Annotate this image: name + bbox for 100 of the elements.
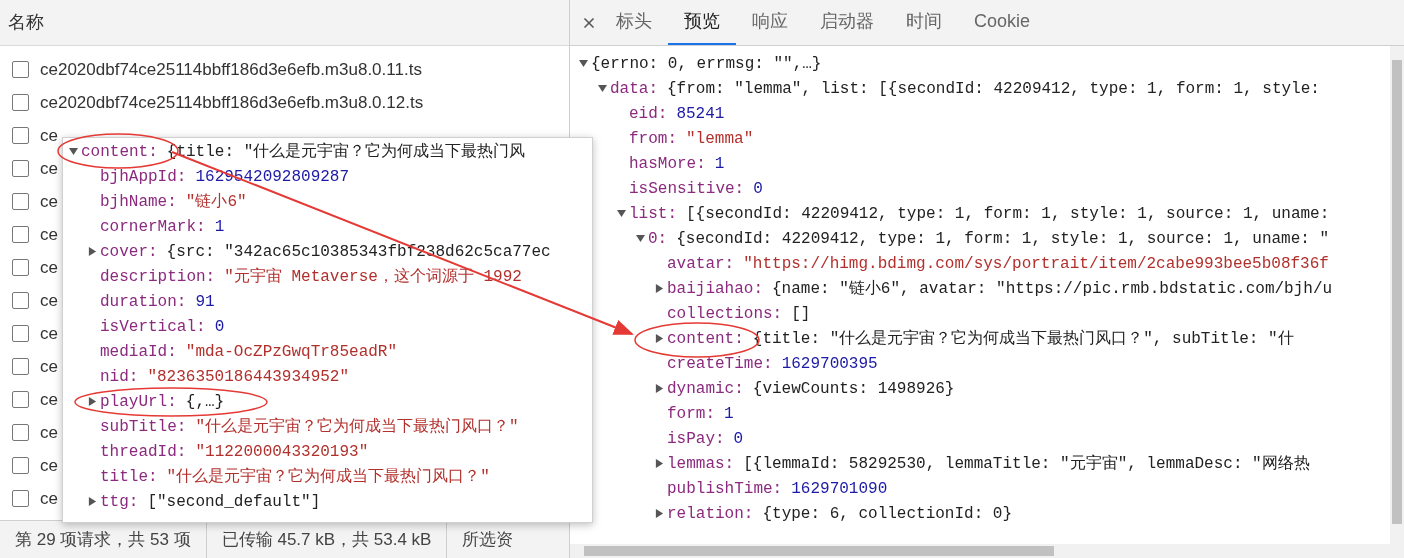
row-checkbox[interactable]	[12, 94, 29, 111]
row-checkbox[interactable]	[12, 61, 29, 78]
json-value: "mda-OcZPzGwqTr85eadR"	[185, 341, 398, 363]
json-key: createTime:	[667, 351, 773, 376]
horizontal-scrollbar[interactable]	[570, 544, 1404, 558]
json-value: {secondId: 42209412, type: 1, form: 1, style: 1, source: 1, uname: "	[676, 228, 1330, 250]
column-header[interactable]: 名称	[8, 9, 44, 36]
json-value: ["second_default"]	[147, 491, 321, 513]
caret-down-icon[interactable]	[598, 84, 607, 93]
json-key: eid:	[629, 101, 668, 126]
caret-right-icon[interactable]	[88, 397, 97, 406]
caret-right-icon[interactable]	[655, 509, 664, 518]
json-value: 1629701090	[791, 478, 888, 500]
request-name[interactable]: ce	[40, 485, 58, 512]
json-key: nid:	[100, 364, 139, 389]
caret-right-icon[interactable]	[655, 284, 664, 293]
json-value: 1	[724, 403, 734, 425]
json-key: isVertical:	[100, 314, 206, 339]
json-key: isSensitive:	[629, 176, 745, 201]
json-value: []	[791, 303, 811, 325]
status-text: 已传输 45.7 kB，共 53.4 kB	[221, 528, 432, 551]
json-key: lemmas:	[667, 451, 735, 476]
json-value: {type: 6, collectionId: 0}	[762, 503, 1013, 525]
caret-right-icon[interactable]	[655, 459, 664, 468]
request-name[interactable]: ce	[40, 287, 58, 314]
json-key: cover:	[100, 239, 158, 264]
status-text: 所选资	[462, 528, 514, 551]
json-value: "链小6"	[185, 191, 247, 213]
json-value: 85241	[676, 103, 725, 125]
json-key: 0:	[648, 226, 668, 251]
json-key: from:	[629, 126, 677, 151]
json-key: bjhName:	[100, 189, 177, 214]
json-value: 1629700395	[781, 353, 878, 375]
caret-down-icon[interactable]	[69, 147, 78, 156]
request-name[interactable]: ce2020dbf74ce25114bbff186d3e6efb.m3u8.0.12.ts	[40, 89, 424, 116]
tab[interactable]: Cookie	[958, 0, 1047, 45]
row-checkbox[interactable]	[12, 193, 29, 210]
request-name[interactable]: ce	[40, 353, 58, 380]
row-checkbox[interactable]	[12, 259, 29, 276]
caret-right-icon[interactable]	[88, 497, 97, 506]
row-checkbox[interactable]	[12, 424, 29, 441]
caret-right-icon[interactable]	[655, 334, 664, 343]
json-value: {,…}	[185, 391, 225, 413]
json-value: 0	[733, 428, 744, 450]
request-name[interactable]: ce	[40, 155, 58, 182]
json-key: title:	[100, 464, 158, 489]
status-text: 第 29 项请求，共 53 项	[15, 528, 191, 551]
json-value: {viewCounts: 1498926}	[752, 378, 955, 400]
json-key: description:	[100, 264, 216, 289]
row-checkbox[interactable]	[12, 358, 29, 375]
request-name[interactable]: ce	[40, 221, 58, 248]
json-key: hasMore:	[629, 151, 706, 176]
json-key: ttg:	[100, 489, 139, 514]
json-key: form:	[667, 401, 715, 426]
request-name[interactable]: ce	[40, 386, 58, 413]
json-key: collections:	[667, 301, 783, 326]
row-checkbox[interactable]	[12, 226, 29, 243]
caret-right-icon[interactable]	[655, 384, 664, 393]
json-value: [{lemmaId: 58292530, lemmaTitle: "元宇宙", lemmaDesc: "网络热	[743, 453, 1310, 475]
tab[interactable]: 时间	[890, 0, 958, 45]
json-value: "什么是元宇宙？它为何成当下最热门风口？"	[166, 466, 490, 488]
json-value: "元宇宙 Metaverse，这个词源于 1992	[224, 266, 522, 288]
tab[interactable]: 标头	[600, 0, 668, 45]
row-checkbox[interactable]	[12, 391, 29, 408]
row-checkbox[interactable]	[12, 292, 29, 309]
request-name[interactable]: ce	[40, 122, 58, 149]
json-value: {name: "链小6", avatar: "https://pic.rmb.bdstatic.com/bjh/u	[772, 278, 1333, 300]
json-key: playUrl:	[100, 389, 177, 414]
json-key: relation:	[667, 501, 754, 526]
caret-right-icon[interactable]	[88, 247, 97, 256]
row-checkbox[interactable]	[12, 490, 29, 507]
caret-down-icon[interactable]	[636, 234, 645, 243]
row-checkbox[interactable]	[12, 457, 29, 474]
request-name[interactable]: ce	[40, 452, 58, 479]
row-checkbox[interactable]	[12, 127, 29, 144]
request-name[interactable]: ce	[40, 254, 58, 281]
tab[interactable]: 响应	[736, 0, 804, 45]
json-value: 1	[714, 153, 725, 175]
request-name[interactable]: ce	[40, 320, 58, 347]
json-value: 1	[214, 216, 225, 238]
row-checkbox[interactable]	[12, 325, 29, 342]
json-value: 91	[195, 291, 215, 313]
json-key: duration:	[100, 289, 187, 314]
json-key: avatar:	[667, 251, 735, 276]
json-key: subTitle:	[100, 414, 187, 439]
json-key: list:	[629, 201, 677, 226]
request-name[interactable]: ce2020dbf74ce25114bbff186d3e6efb.m3u8.0.11.ts	[40, 56, 422, 83]
request-name[interactable]: ce	[40, 419, 58, 446]
json-key: baijiahao:	[667, 276, 763, 301]
json-value: "8236350186443934952"	[147, 366, 350, 388]
caret-down-icon[interactable]	[579, 59, 588, 68]
json-value: "什么是元宇宙？它为何成当下最热门风口？"	[195, 416, 519, 438]
json-value: {errno: 0, errmsg: "",…}	[591, 53, 822, 75]
json-key: content:	[667, 326, 744, 351]
caret-down-icon[interactable]	[617, 209, 626, 218]
request-name[interactable]: ce	[40, 188, 58, 215]
tab[interactable]: 预览	[668, 0, 736, 45]
vertical-scrollbar[interactable]	[1390, 46, 1404, 544]
row-checkbox[interactable]	[12, 160, 29, 177]
tab[interactable]: 启动器	[804, 0, 890, 45]
